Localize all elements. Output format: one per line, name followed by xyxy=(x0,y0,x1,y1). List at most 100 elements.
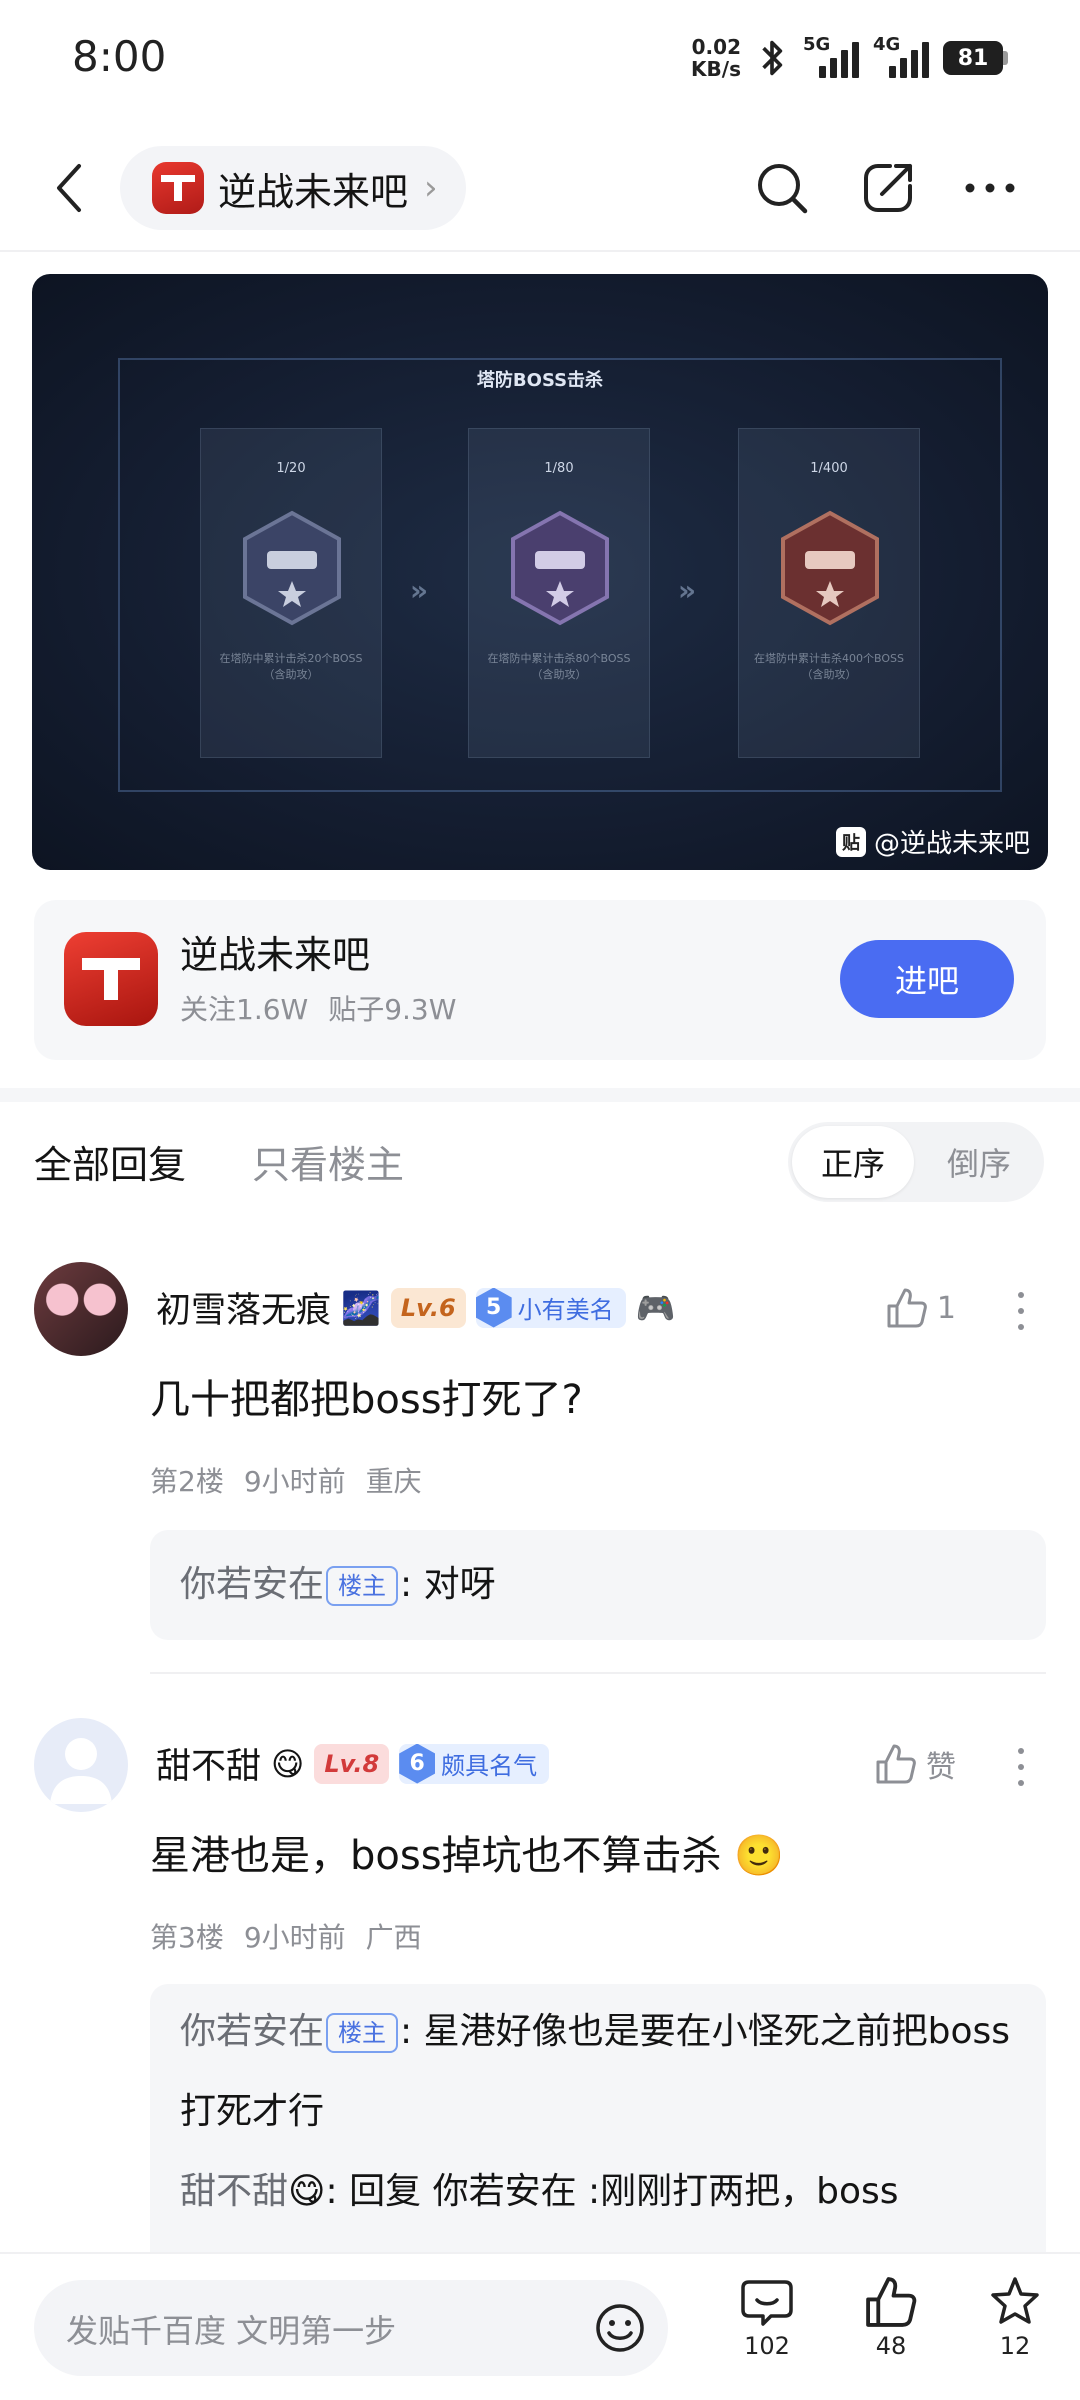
nav-divider xyxy=(0,250,1080,252)
forum-name: 逆战未来吧 xyxy=(218,169,409,214)
post-more-button[interactable] xyxy=(1006,1286,1036,1336)
achievement-desc: 在塔防中累计击杀400个BOSS（含助攻） xyxy=(754,652,904,681)
galaxy-emoji-icon: 🌌 xyxy=(341,1288,381,1327)
comments-count: 102 xyxy=(744,2332,790,2360)
bottom-action-bar: 发贴千百度 文明第一步 102 48 12 xyxy=(0,2252,1080,2400)
level-badge: Lv.6 xyxy=(390,1287,466,1328)
top-nav: 逆战未来吧 › xyxy=(0,136,1080,240)
more-options-button[interactable] xyxy=(958,156,1022,220)
battery-icon: 81 xyxy=(943,41,1008,75)
user-info-row: 甜不甜 😋 Lv.8 6 颇具名气 xyxy=(156,1738,550,1789)
floor-number: 第2楼 xyxy=(150,1465,224,1498)
username[interactable]: 初雪落无痕 xyxy=(156,1282,331,1333)
forum-link-pill[interactable]: 逆战未来吧 › xyxy=(120,146,466,230)
reputation-title: 颇具名气 xyxy=(441,1752,538,1780)
post-time: 9小时前 xyxy=(243,1921,346,1954)
banner-title: 塔防BOSS击杀 xyxy=(476,370,604,391)
sort-ascending-button[interactable]: 正序 xyxy=(792,1126,914,1198)
net-speed-value: 0.02 xyxy=(691,35,741,59)
achievement-count: 1/400 xyxy=(810,461,848,476)
search-button[interactable] xyxy=(750,156,814,220)
like-count: 1 xyxy=(936,1290,956,1326)
like-button[interactable]: 1 xyxy=(885,1286,956,1330)
emoji-icon[interactable] xyxy=(594,2302,646,2354)
comments-button[interactable]: 102 xyxy=(722,2274,812,2360)
forum-stats: 关注1.6W 贴子9.3W xyxy=(180,988,456,1028)
reputation-badge: 6 颇具名气 xyxy=(399,1743,550,1784)
status-time: 8:00 xyxy=(72,32,167,81)
thumbs-up-icon xyxy=(866,2277,917,2327)
post-content: 星港也是，boss掉坑也不算击杀 🙂 xyxy=(150,1828,784,1884)
thumbs-up-icon xyxy=(887,1288,927,1328)
status-icons: 0.02 KB/s 5G 4G 81 xyxy=(691,30,1008,86)
arrow-right-icon: » xyxy=(410,574,429,607)
arrow-right-icon: » xyxy=(678,574,697,607)
like-button[interactable]: 赞 xyxy=(874,1742,956,1786)
net-speed-unit: KB/s xyxy=(691,57,741,81)
post-image[interactable]: 塔防BOSS击杀 1/20 在塔防中累计击杀20个BOSS（含助攻） » 1/8… xyxy=(32,274,1048,870)
yum-emoji-icon: 😋 xyxy=(271,1744,305,1783)
comment-icon xyxy=(741,2280,793,2326)
tieba-logo-icon: 贴 xyxy=(835,826,866,857)
sub-reply: 甜不甜😋: 回复 你若安在 :刚刚打两把，boss xyxy=(180,2152,1016,2232)
achievement-badge-icon xyxy=(781,510,879,626)
post-content-text: 星港也是，boss掉坑也不算击杀 xyxy=(150,1833,722,1879)
status-bar: 8:00 0.02 KB/s 5G 4G 81 xyxy=(0,0,1080,118)
enter-forum-button[interactable]: 进吧 xyxy=(840,940,1014,1018)
share-button[interactable] xyxy=(856,156,920,220)
smile-emoji-icon: 🙂 xyxy=(734,1833,785,1879)
forum-card[interactable]: 逆战未来吧 关注1.6W 贴子9.3W 进吧 xyxy=(34,900,1046,1060)
achievement-card-1: 1/20 在塔防中累计击杀20个BOSS（含助攻） xyxy=(200,428,382,758)
like-post-button[interactable]: 48 xyxy=(846,2274,936,2360)
sort-descending-button[interactable]: 倒序 xyxy=(918,1126,1040,1198)
tab-owner-only[interactable]: 只看楼主 xyxy=(252,1134,404,1189)
signal-5g-icon: 5G xyxy=(803,34,859,80)
tab-all-replies[interactable]: 全部回复 xyxy=(34,1134,186,1189)
achievement-badge-icon xyxy=(511,510,609,626)
owner-tag: 楼主 xyxy=(326,2013,399,2053)
bluetooth-icon xyxy=(762,40,783,76)
net-speed: 0.02 KB/s xyxy=(691,36,741,80)
sub-reply-box[interactable]: 你若安在 楼主: 星港好像也是要在小怪死之前把boss打死才行 甜不甜😋: 回复 … xyxy=(150,1984,1046,2274)
reply-composer[interactable]: 发贴千百度 文明第一步 xyxy=(34,2280,668,2376)
thumbs-up-icon xyxy=(876,1744,916,1784)
signal-4g-icon: 4G xyxy=(873,34,929,80)
image-watermark: 贴 @逆战未来吧 xyxy=(835,823,1030,860)
reply-author[interactable]: 甜不甜 xyxy=(180,2171,288,2212)
share-icon xyxy=(864,164,912,212)
post-location: 广西 xyxy=(365,1921,422,1954)
achievement-desc: 在塔防中累计击杀20个BOSS（含助攻） xyxy=(219,652,363,681)
reputation-badge: 5 小有美名 xyxy=(475,1287,626,1328)
search-icon xyxy=(758,164,808,214)
post-more-button[interactable] xyxy=(1006,1742,1036,1792)
back-arrow-icon xyxy=(57,164,81,212)
favorite-button[interactable]: 12 xyxy=(970,2274,1060,2360)
user-info-row: 初雪落无痕 🌌 Lv.6 5 小有美名 🎮 xyxy=(156,1282,676,1333)
username[interactable]: 甜不甜 xyxy=(156,1738,261,1789)
chevron-right-icon: › xyxy=(424,168,438,208)
reply-text: : 对呀 xyxy=(400,1564,496,1605)
yum-emoji-icon: 😋 xyxy=(288,2171,326,2212)
sort-toggle: 正序 倒序 xyxy=(788,1122,1044,1202)
level-badge: Lv.8 xyxy=(314,1743,390,1784)
reply-author[interactable]: 你若安在 xyxy=(180,2011,324,2052)
avatar[interactable] xyxy=(34,1262,128,1356)
reputation-level: 5 xyxy=(475,1287,512,1328)
back-button[interactable] xyxy=(40,158,100,218)
achievement-count: 1/20 xyxy=(276,461,306,476)
floor-number: 第3楼 xyxy=(150,1921,224,1954)
more-horizontal-icon xyxy=(965,183,1015,193)
forum-posts: 贴子9.3W xyxy=(328,993,457,1026)
forum-logo-icon xyxy=(152,162,204,214)
sub-reply-box[interactable]: 你若安在 楼主: 对呀 xyxy=(150,1530,1046,1640)
forum-logo-icon xyxy=(64,932,158,1026)
sub-reply: 你若安在 楼主: 星港好像也是要在小怪死之前把boss打死才行 xyxy=(180,1992,1016,2152)
reply-text: : 回复 你若安在 :刚刚打两把，boss xyxy=(325,2171,899,2212)
forum-card-name: 逆战未来吧 xyxy=(180,933,371,977)
section-separator xyxy=(0,1088,1080,1102)
reaction-emoji-icon: 🎮 xyxy=(635,1288,676,1327)
avatar[interactable] xyxy=(34,1718,128,1812)
achievement-card-2: 1/80 在塔防中累计击杀80个BOSS（含助攻） xyxy=(468,428,650,758)
reply-author[interactable]: 你若安在 xyxy=(180,1564,324,1605)
owner-tag: 楼主 xyxy=(326,1566,399,1606)
